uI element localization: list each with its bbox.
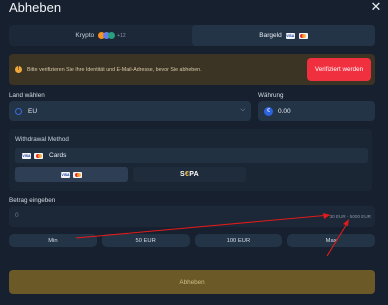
visa-icon: VISA bbox=[22, 152, 31, 159]
country-select[interactable]: EU ⌵ bbox=[9, 101, 251, 121]
amount-100-button[interactable]: 100 EUR bbox=[194, 234, 283, 247]
method-option-sepa[interactable]: S€PA bbox=[133, 167, 246, 182]
method-option-cards[interactable]: VISA bbox=[15, 167, 128, 182]
amount-input[interactable]: 0 30 EUR - 5000 EUR bbox=[9, 206, 375, 227]
country-value: EU bbox=[28, 107, 38, 115]
mastercard-icon bbox=[298, 32, 308, 39]
selected-method-label: Cards bbox=[49, 152, 67, 159]
currency-value: 0.00 bbox=[278, 107, 291, 115]
crypto-coins-icon: +12 bbox=[98, 32, 126, 39]
mastercard-icon bbox=[34, 152, 43, 159]
verify-button[interactable]: Verifiziert werden bbox=[307, 58, 371, 81]
euro-icon: € bbox=[264, 106, 273, 116]
amount-label: Betrag eingeben bbox=[9, 197, 56, 204]
amount-placeholder: 0 bbox=[15, 212, 19, 219]
coins-badge: +12 bbox=[117, 32, 126, 39]
max-button[interactable]: Max bbox=[287, 234, 375, 247]
chevron-down-icon: ⌵ bbox=[240, 107, 245, 113]
currency-field[interactable]: € 0.00 bbox=[258, 101, 375, 121]
country-label: Land wählen bbox=[9, 92, 45, 99]
tab-bargeld-label: Bargeld bbox=[259, 32, 282, 39]
page-title: Abheben bbox=[9, 0, 62, 15]
quick-amount-buttons: Min 50 EUR 100 EUR Max bbox=[9, 234, 375, 247]
eu-flag-icon bbox=[15, 107, 22, 115]
close-icon[interactable]: ✕ bbox=[370, 0, 382, 13]
sepa-logo: S€PA bbox=[180, 171, 199, 178]
visa-icon: VISA bbox=[285, 32, 295, 39]
selected-method[interactable]: VISA Cards bbox=[15, 148, 368, 163]
verification-alert: ! Bitte verifizieren Sie Ihre Identität … bbox=[9, 54, 375, 85]
exclamation-icon: ! bbox=[15, 66, 22, 73]
tab-bargeld[interactable]: Bargeld VISA bbox=[192, 25, 375, 46]
payment-tabs: Krypto +12 Bargeld VISA bbox=[9, 25, 375, 46]
withdrawal-method-title: Withdrawal Method bbox=[15, 136, 69, 143]
visa-icon: VISA bbox=[61, 171, 70, 178]
amount-50-button[interactable]: 50 EUR bbox=[101, 234, 190, 247]
tab-krypto[interactable]: Krypto +12 bbox=[9, 25, 192, 46]
min-button[interactable]: Min bbox=[9, 234, 97, 247]
currency-label: Währung bbox=[258, 92, 284, 99]
submit-button[interactable]: Abheben bbox=[9, 270, 375, 294]
mastercard-icon bbox=[73, 171, 82, 178]
tab-krypto-label: Krypto bbox=[75, 32, 95, 39]
amount-range: 30 EUR - 5000 EUR bbox=[329, 214, 371, 219]
withdrawal-method-box: Withdrawal Method VISA Cards VISA S€PA bbox=[9, 129, 372, 191]
